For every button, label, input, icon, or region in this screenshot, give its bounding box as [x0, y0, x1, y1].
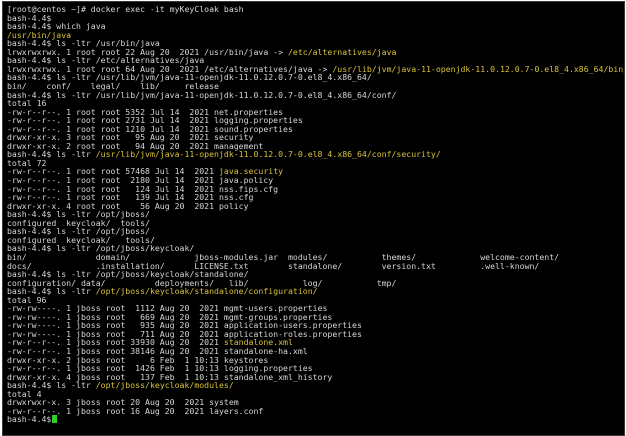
- terminal-line: bash-4.4$ ls -ltr /usr/lib/jvm/java-11-o…: [7, 89, 397, 100]
- highlighted-path: /usr/lib/jvm/java-11-openjdk-11.0.12.0.7…: [95, 149, 441, 160]
- terminal-line: bash-4.4$: [7, 414, 58, 425]
- highlighted-path: /usr/lib/jvm/java-11-openjdk-11.0.12.0.7…: [332, 63, 625, 74]
- terminal-window[interactable]: [root@centos ~]# docker exec -it myKeyCl…: [2, 1, 625, 436]
- highlighted-path: /opt/jboss/keycloak/modules/: [95, 380, 234, 391]
- terminal-line: bash-4.4$ ls -ltr /usr/lib/jvm/java-11-o…: [7, 150, 441, 159]
- line-text: bash-4.4$ ls -ltr /usr/lib/jvm/java-11-o…: [7, 89, 397, 100]
- terminal-line: bash-4.4$ ls -ltr /opt/jboss/keycloak/st…: [7, 287, 318, 296]
- highlighted-path: /etc/alternatives/java: [287, 46, 397, 57]
- highlighted-path: /opt/jboss/keycloak/standalone/configura…: [95, 286, 318, 297]
- line-text: bash-4.4$: [7, 414, 52, 425]
- cursor-block: [52, 415, 58, 424]
